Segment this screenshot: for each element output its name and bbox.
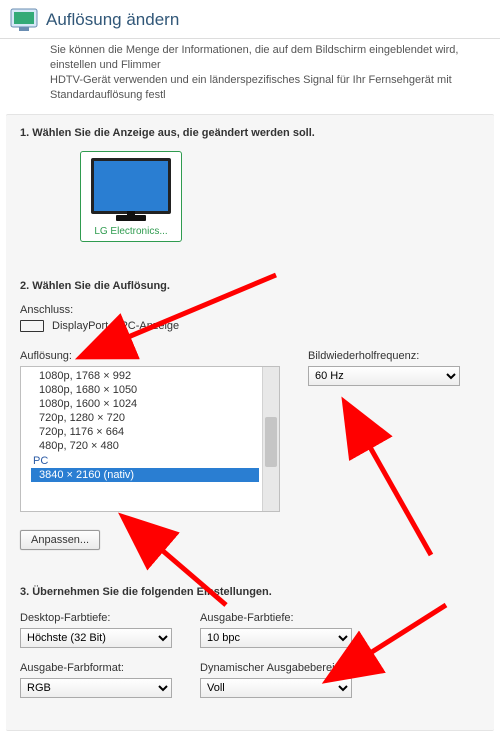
output-depth-label: Ausgabe-Farbtiefe:: [200, 612, 352, 624]
page-title: Auflösung ändern: [46, 10, 179, 30]
dyn-range-label: Dynamischer Ausgabebereich:: [200, 662, 352, 674]
monitor-label: LG Electronics...: [87, 226, 175, 237]
list-item[interactable]: 1080p, 1600 × 1024: [31, 397, 279, 411]
dyn-range-select[interactable]: Voll: [200, 678, 352, 698]
list-item[interactable]: 1080p, 1680 × 1050: [31, 383, 279, 397]
step2-title: 2. Wählen Sie die Auflösung.: [20, 280, 482, 292]
resolution-label: Auflösung:: [20, 350, 280, 362]
list-item[interactable]: 1080p, 1768 × 992: [31, 369, 279, 383]
port-value: DisplayPort – PC-Anzeige: [52, 320, 179, 332]
output-depth-select[interactable]: 10 bpc: [200, 628, 352, 648]
displayport-icon: [20, 320, 44, 332]
desktop-depth-select[interactable]: Höchste (32 Bit): [20, 628, 172, 648]
list-item-selected[interactable]: 3840 × 2160 (nativ): [31, 468, 259, 482]
nvidia-icon: [10, 8, 38, 32]
scrollbar-thumb[interactable]: [265, 417, 277, 467]
port-label: Anschluss:: [20, 304, 482, 316]
monitor-icon: [91, 158, 171, 214]
step3-title: 3. Übernehmen Sie die folgenden Einstell…: [20, 586, 482, 598]
intro-text: Sie können die Menge der Informationen, …: [0, 39, 500, 114]
scrollbar[interactable]: [262, 367, 279, 511]
step1-title: 1. Wählen Sie die Anzeige aus, die geänd…: [20, 127, 482, 139]
list-category: PC: [31, 453, 279, 468]
desktop-depth-label: Desktop-Farbtiefe:: [20, 612, 172, 624]
refresh-label: Bildwiederholfrequenz:: [308, 350, 482, 362]
output-format-label: Ausgabe-Farbformat:: [20, 662, 172, 674]
list-item[interactable]: 720p, 1280 × 720: [31, 411, 279, 425]
adjust-button[interactable]: Anpassen...: [20, 530, 100, 550]
list-item[interactable]: 720p, 1176 × 664: [31, 425, 279, 439]
resolution-listbox[interactable]: 1080p, 1768 × 992 1080p, 1680 × 1050 108…: [20, 366, 280, 512]
list-item[interactable]: 480p, 720 × 480: [31, 439, 279, 453]
monitor-item[interactable]: LG Electronics...: [80, 151, 182, 242]
refresh-select[interactable]: 60 Hz: [308, 366, 460, 386]
port-row: DisplayPort – PC-Anzeige: [20, 320, 482, 332]
settings-panel: 1. Wählen Sie die Anzeige aus, die geänd…: [6, 114, 494, 731]
monitor-list: LG Electronics...: [20, 151, 482, 242]
output-format-select[interactable]: RGB: [20, 678, 172, 698]
page-header: Auflösung ändern: [0, 0, 500, 39]
